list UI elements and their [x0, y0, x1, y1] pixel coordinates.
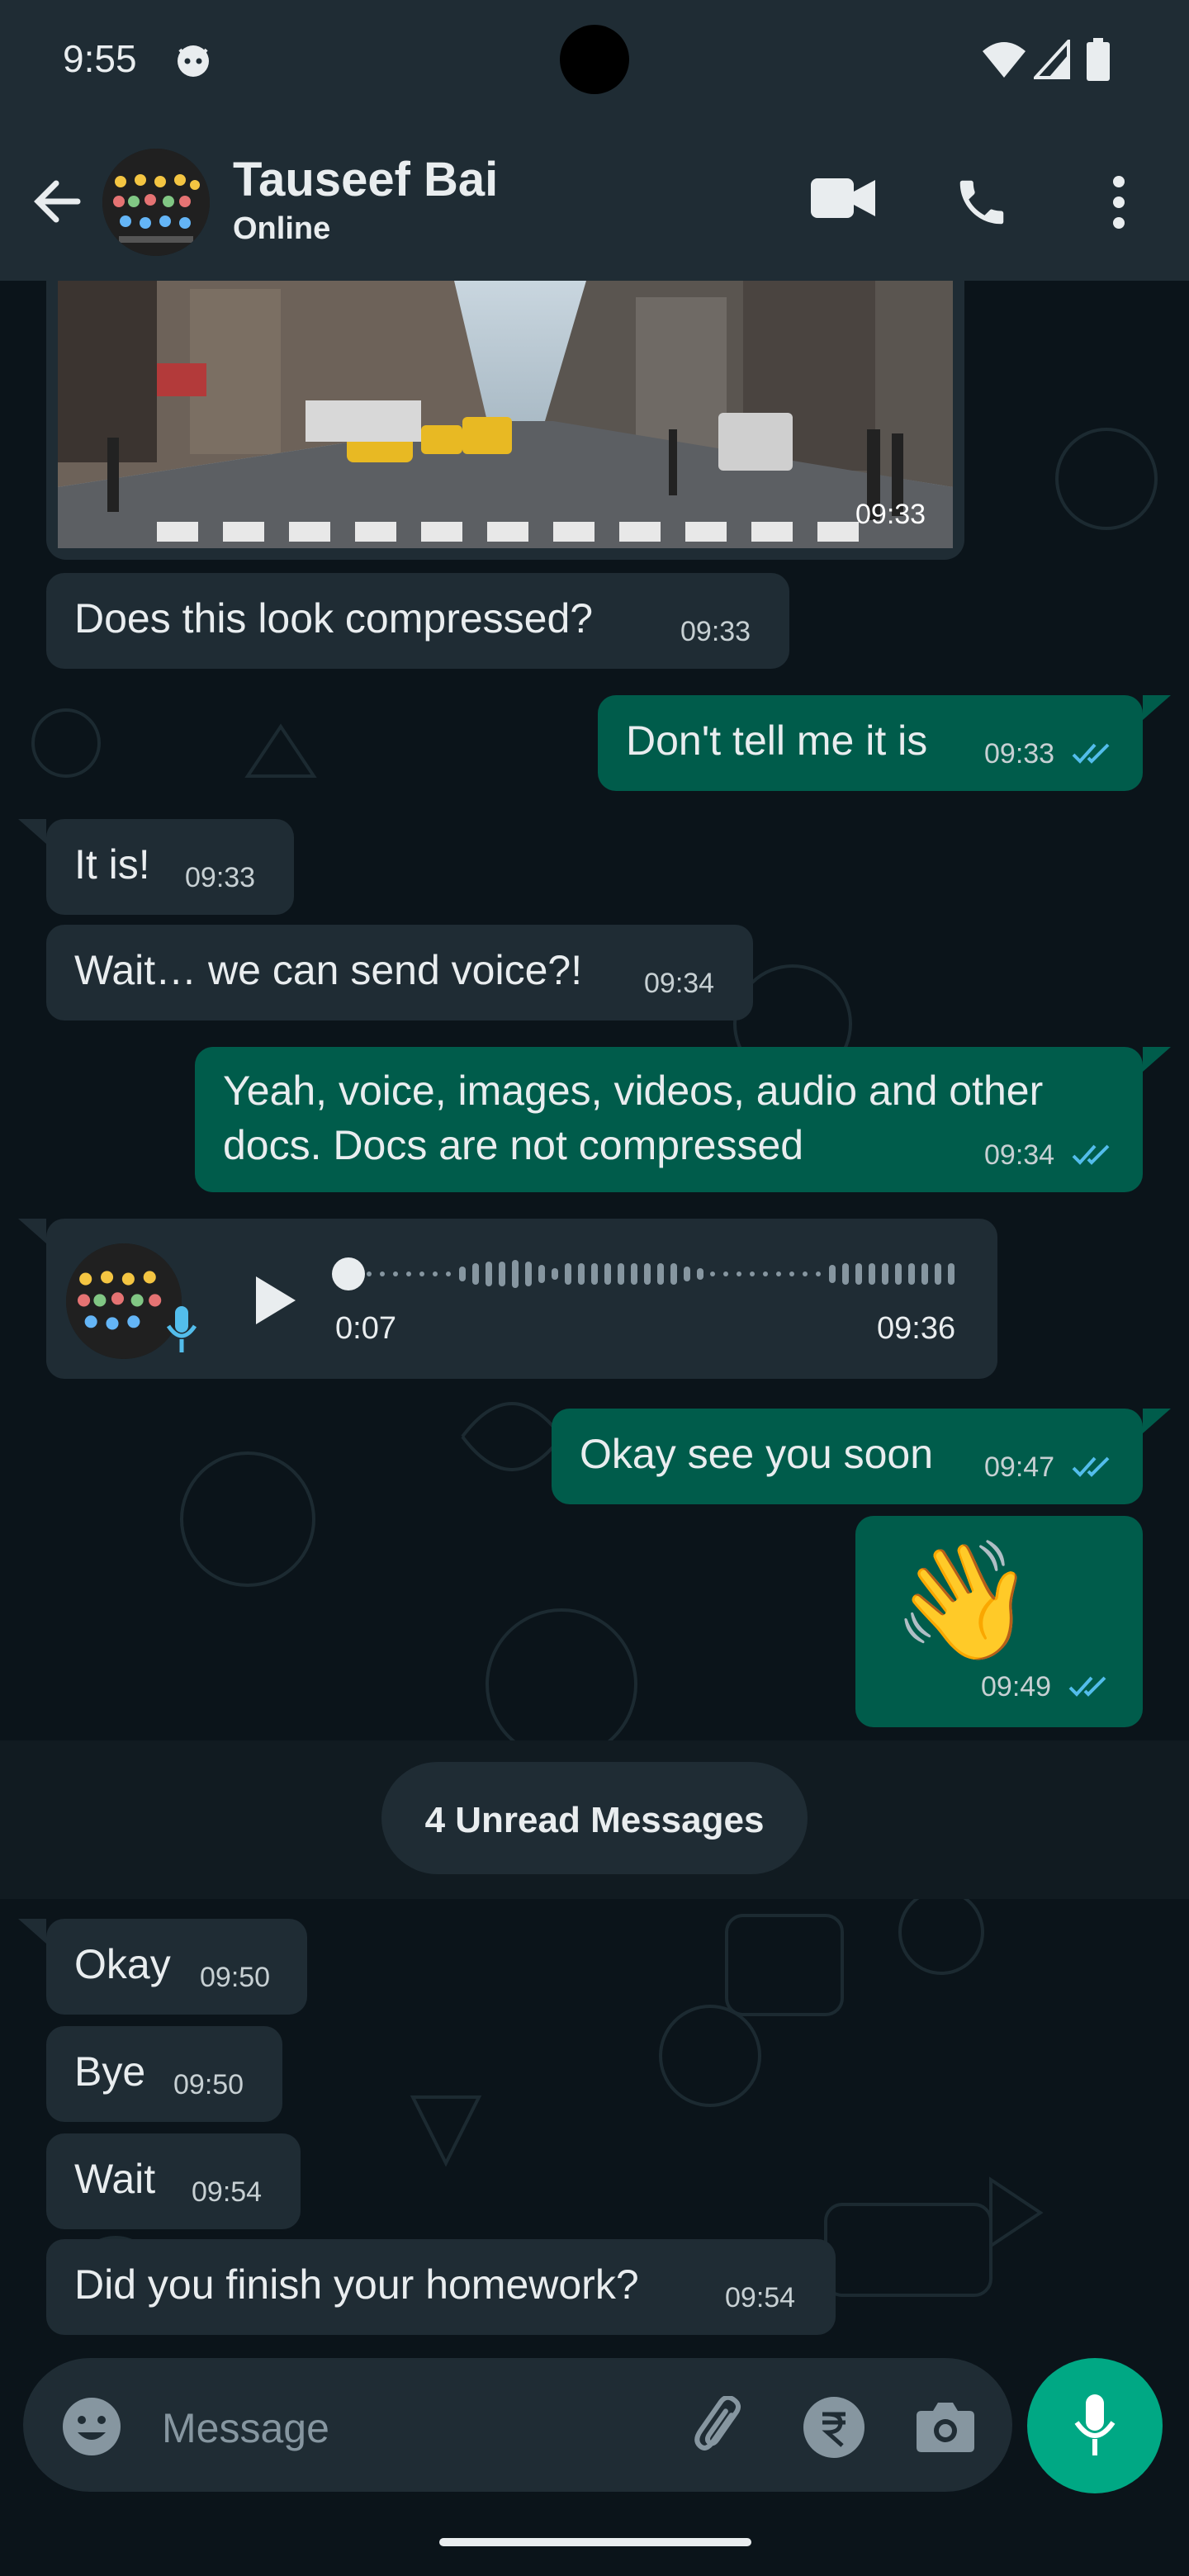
message-time: 09:33: [680, 616, 751, 647]
bubble-tail: [1143, 1047, 1171, 1072]
message-time: 09:54: [192, 2176, 263, 2208]
message-text: Okay: [74, 1941, 171, 1987]
voice-seek-thumb[interactable]: [332, 1257, 365, 1290]
status-time: 9:55: [63, 37, 137, 80]
home-gesture-handle[interactable]: [439, 2538, 751, 2546]
message-input[interactable]: Message: [162, 2404, 329, 2452]
incoming-message[interactable]: Did you finish your homework? 09:54: [46, 2239, 836, 2335]
message-time: 09:54: [725, 2282, 796, 2313]
message-text: Wait… we can send voice?!: [74, 947, 583, 993]
emoji-icon[interactable]: [61, 2396, 122, 2457]
incoming-message[interactable]: Does this look compressed? 09:33: [46, 573, 789, 669]
contact-status: Online: [233, 211, 331, 246]
rupee-icon[interactable]: [803, 2396, 865, 2459]
bubble-tail: [18, 1219, 46, 1243]
microphone-icon: [1074, 2394, 1116, 2455]
message-time: 09:33: [855, 499, 926, 530]
cellular-signal-icon: [1034, 40, 1070, 79]
message-time: 09:36: [877, 1311, 956, 1346]
double-check-icon: [1072, 1144, 1110, 1165]
incoming-message[interactable]: Okay 09:50: [46, 1919, 307, 2015]
play-icon[interactable]: [249, 1273, 299, 1328]
double-check-icon: [1068, 1676, 1106, 1697]
double-check-icon: [1072, 743, 1110, 764]
unread-count-label: 4 Unread Messages: [424, 1800, 765, 1840]
arrow-left-icon[interactable]: [31, 175, 84, 228]
waving-hand-emoji: 👋: [892, 1536, 1036, 1665]
voice-duration: 0:07: [335, 1311, 396, 1346]
wifi-icon: [983, 42, 1026, 78]
voice-message[interactable]: 0:07 09:36: [46, 1219, 997, 1379]
more-vertical-icon[interactable]: [1106, 173, 1131, 231]
voice-sender-avatar: [66, 1243, 182, 1359]
bubble-tail: [18, 819, 46, 844]
bubble-tail: [1143, 1409, 1171, 1433]
message-time: 09:49: [981, 1671, 1052, 1702]
message-time: 09:33: [185, 862, 256, 893]
double-check-icon: [1072, 1456, 1110, 1477]
message-time: 09:34: [644, 968, 715, 999]
notification-face-icon: [178, 45, 209, 77]
camera-cutout: [560, 25, 629, 94]
incoming-message[interactable]: Bye 09:50: [46, 2026, 282, 2122]
message-time: 09:33: [984, 738, 1055, 769]
message-time: 09:34: [984, 1139, 1055, 1171]
message-time: 09:50: [173, 2069, 244, 2100]
message-text: Did you finish your homework?: [74, 2261, 639, 2308]
message-text: Bye: [74, 2048, 146, 2095]
message-text: It is!: [74, 841, 150, 888]
incoming-message[interactable]: Wait 09:54: [46, 2133, 301, 2229]
contact-avatar[interactable]: [102, 149, 210, 256]
message-time: 09:50: [200, 1962, 271, 1993]
message-text: Don't tell me it is: [626, 717, 928, 764]
outgoing-message[interactable]: Okay see you soon 09:47: [552, 1409, 1143, 1504]
message-text: Wait: [74, 2156, 156, 2202]
image-message[interactable]: 09:33: [46, 281, 964, 560]
bubble-tail: [1143, 695, 1171, 720]
message-time: 09:47: [984, 1451, 1055, 1483]
paperclip-icon[interactable]: [690, 2396, 748, 2457]
battery-icon: [1087, 38, 1110, 81]
outgoing-message[interactable]: Don't tell me it is 09:33: [598, 695, 1143, 791]
incoming-message[interactable]: It is! 09:33: [46, 819, 294, 915]
bubble-tail: [18, 1919, 46, 1944]
video-camera-icon[interactable]: [811, 175, 875, 221]
message-text: Okay see you soon: [580, 1431, 934, 1477]
contact-name[interactable]: Tauseef Bai: [233, 152, 498, 207]
message-text: Does this look compressed?: [74, 595, 594, 642]
city-street-photo[interactable]: [58, 281, 953, 548]
outgoing-emoji-message[interactable]: 👋 09:49: [855, 1516, 1143, 1727]
voice-waveform[interactable]: [332, 1252, 1002, 1296]
phone-icon[interactable]: [953, 173, 1011, 231]
message-text-line1: Yeah, voice, images, videos, audio and o…: [223, 1068, 1044, 1114]
incoming-message[interactable]: Wait… we can send voice?! 09:34: [46, 925, 753, 1020]
microphone-badge-icon: [166, 1306, 197, 1352]
outgoing-message[interactable]: Yeah, voice, images, videos, audio and o…: [195, 1047, 1143, 1192]
camera-icon[interactable]: [915, 2399, 976, 2454]
message-text-line2: docs. Docs are not compressed: [223, 1122, 804, 1168]
